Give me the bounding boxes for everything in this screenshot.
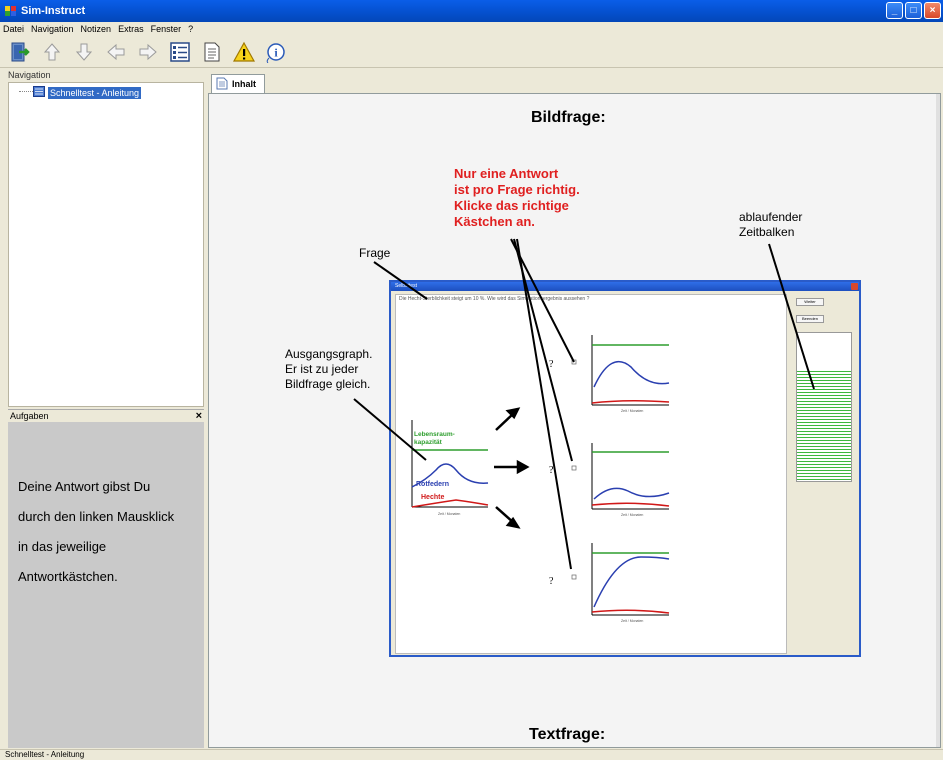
task-line: Antwortkästchen.: [18, 569, 118, 584]
initial-x-axis: Zeit / Monaten: [438, 512, 460, 516]
dialog-beenden-button[interactable]: Beenden: [796, 315, 824, 323]
answer-1-x-axis: Zeit / Monaten: [621, 409, 643, 413]
info-icon[interactable]: i: [264, 40, 288, 64]
dialog-title: Selbsttest: [395, 283, 417, 289]
question-mark: ?: [549, 359, 554, 370]
time-bar-fill: [797, 371, 851, 481]
label-capacity: Lebensraum-: [414, 431, 455, 438]
tab-inhalt[interactable]: Inhalt: [211, 74, 265, 93]
warning-icon[interactable]: [232, 40, 256, 64]
nav-item-label: Schnelltest - Anleitung: [48, 87, 142, 99]
down-arrow-icon[interactable]: [72, 40, 96, 64]
close-button[interactable]: ×: [924, 2, 941, 19]
annotation-red-line: Klicke das richtige: [454, 198, 569, 213]
dialog-question-area: Die Hecht-Sterblichkeit steigt um 10 %. …: [395, 294, 787, 654]
page-icon: [216, 77, 228, 92]
annotation-ausgangsgraph: Ausgangsgraph. Er ist zu jeder Bildfrage…: [285, 347, 372, 392]
label-prey: Rotfedern: [416, 481, 449, 488]
menu-fenster[interactable]: Fenster: [151, 24, 182, 34]
annotation-graph-line: Ausgangsgraph.: [285, 347, 373, 361]
menu-extras[interactable]: Extras: [118, 24, 144, 34]
annotation-graph-line: Bildfrage gleich.: [285, 377, 371, 391]
navigation-header: Navigation: [8, 70, 51, 80]
annotation-frage: Frage: [359, 246, 391, 260]
minimize-button[interactable]: _: [886, 2, 903, 19]
toolbar: i: [0, 36, 943, 68]
content-pane: Bildfrage: Nur eine Antwort ist pro Frag…: [208, 93, 941, 748]
right-arrow-icon[interactable]: [136, 40, 160, 64]
task-line: in das jeweilige: [18, 539, 107, 554]
annotation-red-line: ist pro Frage richtig.: [454, 182, 580, 197]
label-capacity-2: kapazität: [414, 439, 443, 446]
menu-navigation[interactable]: Navigation: [31, 24, 74, 34]
answer-checkbox-3[interactable]: [571, 574, 577, 580]
status-bar: Schnelltest - Anleitung: [0, 749, 943, 760]
dialog-weiter-button[interactable]: Weiter: [796, 298, 824, 306]
annotation-zeitbalken: ablaufender Zeitbalken: [739, 210, 802, 240]
selbsttest-dialog: Selbsttest Die Hecht-Sterblichkeit steig…: [389, 280, 861, 657]
tasks-header-label: Aufgaben: [10, 411, 49, 421]
window-title: Sim-Instruct: [21, 5, 86, 17]
book-icon: [33, 86, 45, 100]
annotation-zeit-line: Zeitbalken: [739, 225, 795, 239]
label-predator: Hechte: [421, 494, 444, 501]
task-line: durch den linken Mausklick: [18, 509, 175, 524]
menu-help[interactable]: ?: [188, 24, 193, 34]
answer-graph-3: Zeit / Monaten: [591, 543, 670, 623]
list-icon[interactable]: [168, 40, 192, 64]
time-bar: [796, 332, 852, 482]
answer-3-x-axis: Zeit / Monaten: [621, 619, 643, 623]
annotation-zeit-line: ablaufender: [739, 210, 803, 224]
up-arrow-icon[interactable]: [40, 40, 64, 64]
tab-strip: Inhalt: [208, 70, 943, 94]
answer-graph-2: Zeit / Monaten: [591, 443, 670, 517]
annotation-red-line: Nur eine Antwort: [454, 166, 559, 181]
maximize-button[interactable]: □: [905, 2, 922, 19]
heading-bildfrage: Bildfrage:: [531, 109, 606, 126]
app-window: Sim-Instruct _ □ × Datei Navigation Noti…: [0, 0, 943, 760]
menu-datei[interactable]: Datei: [3, 24, 24, 34]
question-mark: ?: [549, 465, 554, 476]
document-icon[interactable]: [200, 40, 224, 64]
task-line: Deine Antwort gibst Du: [18, 479, 151, 494]
answer-checkbox-2[interactable]: [571, 465, 577, 471]
exit-icon[interactable]: [8, 40, 32, 64]
close-icon[interactable]: ×: [196, 410, 202, 422]
title-bar[interactable]: Sim-Instruct _ □ ×: [0, 0, 943, 22]
initial-graph: Lebensraum- kapazität Rotfedern Hechte Z…: [411, 420, 489, 516]
annotation-graph-line: Er ist zu jeder: [285, 362, 359, 376]
answer-checkbox-1[interactable]: [571, 359, 577, 365]
annotation-red: Nur eine Antwort ist pro Frage richtig. …: [454, 166, 580, 230]
menu-bar: Datei Navigation Notizen Extras Fenster …: [0, 22, 943, 35]
app-logo-icon: [5, 6, 17, 16]
scrollbar[interactable]: [936, 94, 940, 747]
tasks-panel: Deine Antwort gibst Du durch den linken …: [8, 422, 204, 748]
heading-textfrage: Textfrage:: [529, 726, 606, 743]
dialog-close-icon[interactable]: [851, 283, 858, 290]
menu-notizen[interactable]: Notizen: [81, 24, 112, 34]
annotation-red-line: Kästchen an.: [454, 214, 535, 229]
arrows: [494, 407, 530, 529]
dialog-title-bar: Selbsttest: [391, 282, 859, 291]
left-arrow-icon[interactable]: [104, 40, 128, 64]
tab-label: Inhalt: [232, 79, 256, 89]
question-graphs: Lebensraum- kapazität Rotfedern Hechte Z…: [411, 335, 670, 623]
tasks-header: Aufgaben ×: [8, 409, 204, 422]
nav-item-schnelltest[interactable]: Schnelltest - Anleitung: [33, 86, 142, 100]
answer-2-x-axis: Zeit / Monaten: [621, 513, 643, 517]
answer-graph-1: Zeit / Monaten: [591, 335, 670, 413]
question-mark: ?: [549, 576, 554, 587]
navigation-tree: Schnelltest - Anleitung: [8, 82, 204, 407]
